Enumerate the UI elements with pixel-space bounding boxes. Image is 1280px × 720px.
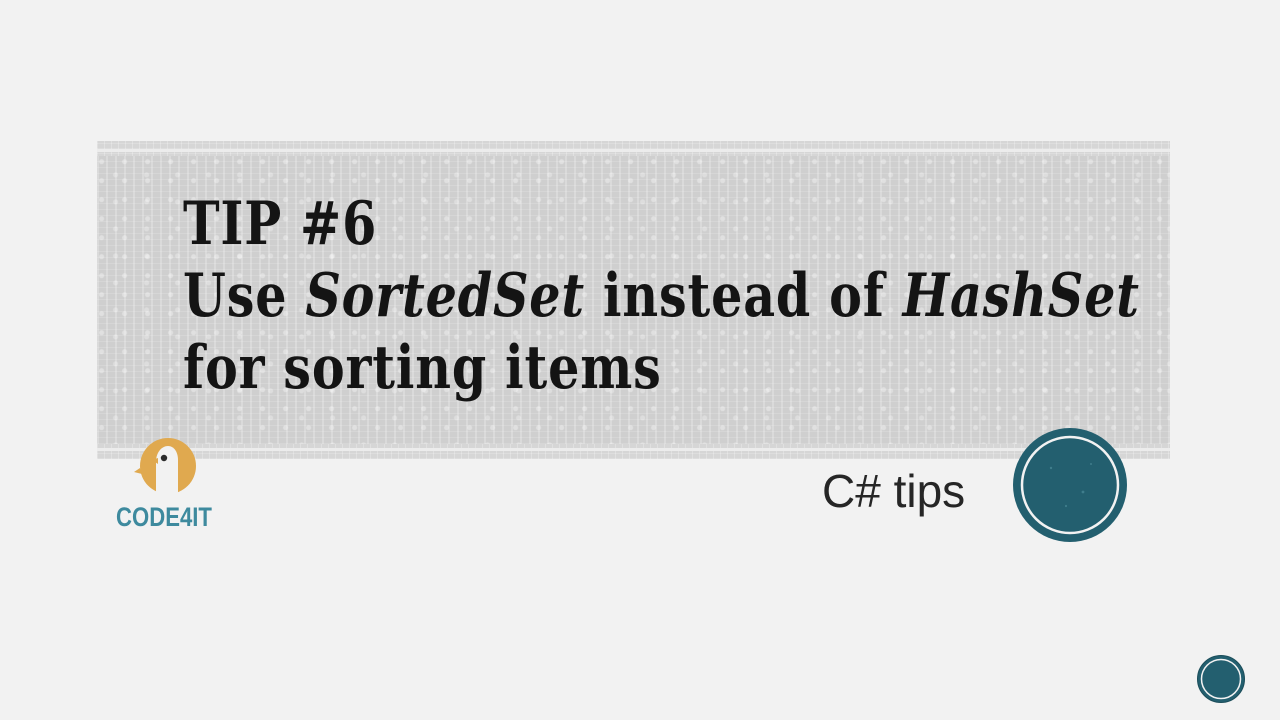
title-line-3: for sorting items bbox=[183, 333, 662, 403]
title-hashset: HashSet bbox=[902, 261, 1140, 331]
code4it-logo: CODE4IT bbox=[112, 434, 222, 544]
teal-ring-circle-icon bbox=[1013, 428, 1127, 542]
title-sortedset: SortedSet bbox=[305, 261, 585, 331]
title-line-1: TIP #6 bbox=[183, 189, 378, 259]
slide-title: TIP #6 Use SortedSet instead of HashSet … bbox=[183, 188, 1140, 404]
next-slide-button[interactable] bbox=[1196, 654, 1246, 704]
subtitle: C# tips bbox=[822, 465, 966, 517]
title-use: Use bbox=[183, 261, 306, 331]
logo-text: CODE4IT bbox=[116, 502, 212, 532]
slide: TIP #6 Use SortedSet instead of HashSet … bbox=[0, 0, 1280, 720]
banner-divider-bottom bbox=[97, 448, 1170, 451]
title-instead-of: instead of bbox=[584, 261, 903, 331]
title-line-2: Use SortedSet instead of HashSet bbox=[183, 260, 1140, 332]
banner-divider-top bbox=[97, 149, 1170, 152]
bird-logo-icon bbox=[134, 438, 196, 496]
